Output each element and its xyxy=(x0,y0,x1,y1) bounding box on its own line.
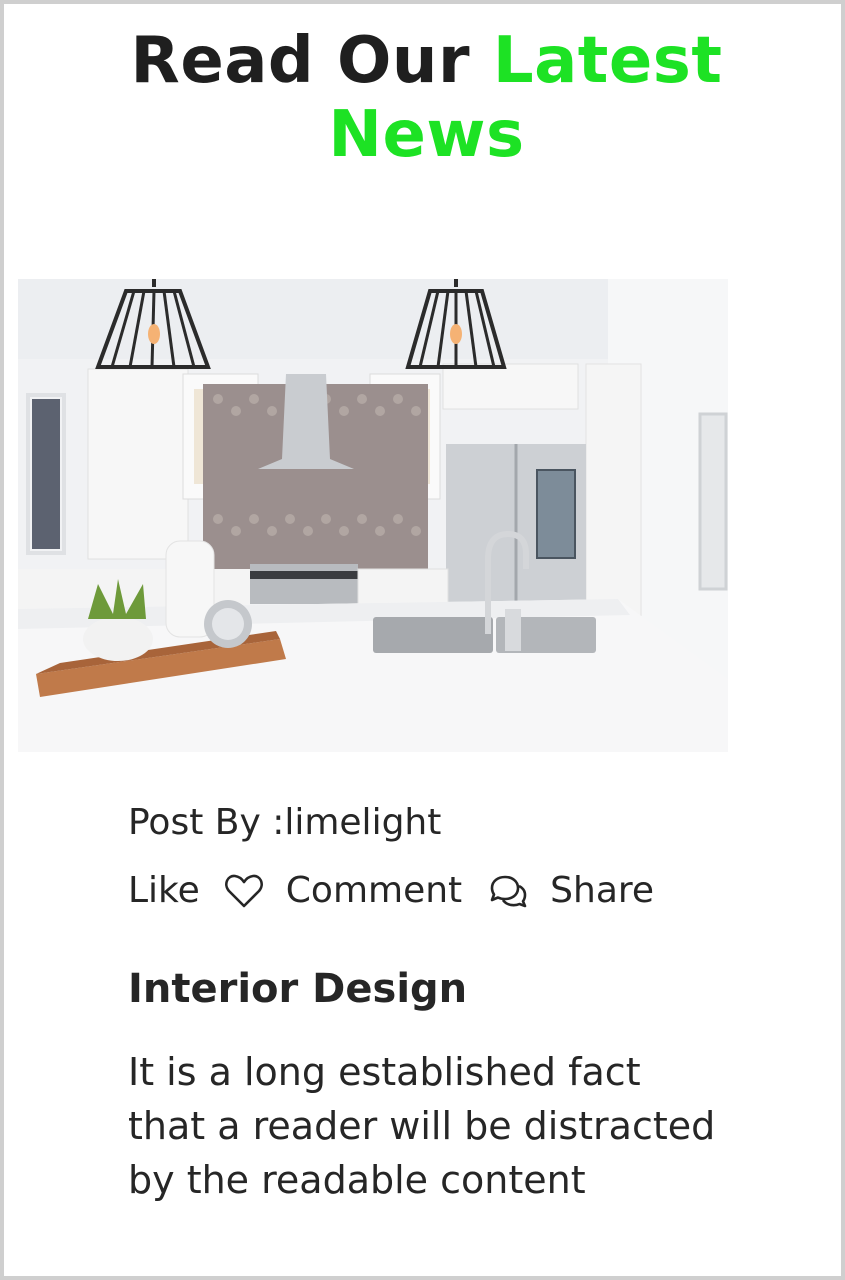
post-title[interactable]: Interior Design xyxy=(128,966,467,1012)
chat-icon[interactable] xyxy=(488,874,528,908)
heart-icon[interactable] xyxy=(224,873,264,909)
post-image[interactable] xyxy=(18,279,728,752)
kitchen-photo xyxy=(18,279,728,752)
heading-text-dark: Read Our xyxy=(130,24,471,98)
post-author: Post By :limelight xyxy=(128,802,442,843)
post-actions: Like Comment Share xyxy=(128,870,654,911)
comment-button[interactable]: Comment xyxy=(286,870,462,911)
post-excerpt: It is a long established fact that a rea… xyxy=(128,1050,716,1202)
heading-text-accent: Latest xyxy=(492,24,723,98)
page-frame: Read Our Latest News Post By:limelight … xyxy=(0,0,845,1280)
section-heading: Read Our Latest News xyxy=(4,24,845,172)
heading-text-accent-2: News xyxy=(328,98,525,172)
share-button[interactable]: Share xyxy=(550,870,654,911)
like-button[interactable]: Like xyxy=(128,870,200,911)
